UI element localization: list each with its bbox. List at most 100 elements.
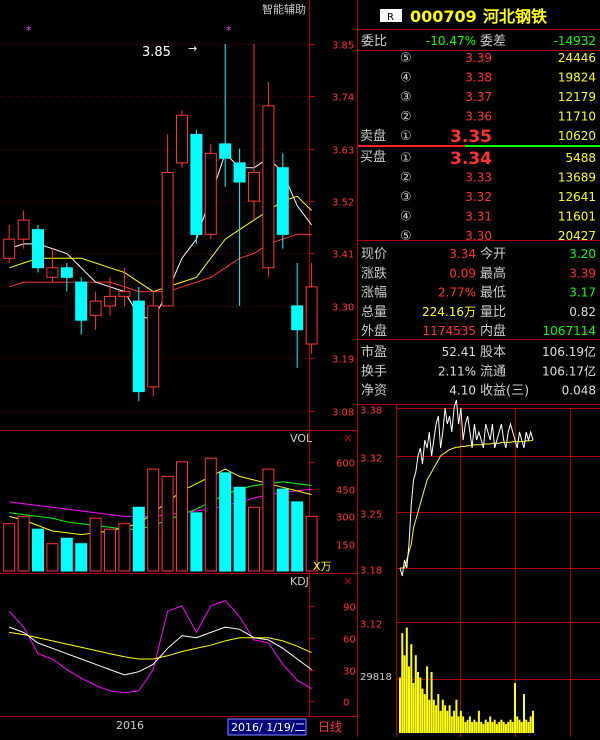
arrow-right-icon: → [188, 42, 197, 55]
svg-text:2.11%: 2.11% [438, 364, 476, 378]
svg-text:11601: 11601 [558, 210, 596, 224]
svg-text:224.16万: 224.16万 [422, 305, 476, 319]
date-label: 2016/ 1/19/二 [231, 721, 306, 734]
volume-bar [219, 472, 232, 572]
intraday-vol-tick: 29818 [360, 672, 392, 683]
svg-text:涨跌: 涨跌 [361, 265, 387, 281]
stock-code: 000709 [410, 7, 477, 26]
high-annotation-text: 3.85 [142, 45, 171, 60]
kdj-tick: 90 [343, 603, 356, 614]
candle[interactable] [204, 143, 217, 240]
candle[interactable] [276, 153, 289, 249]
svg-text:24446: 24446 [558, 51, 596, 65]
candle[interactable] [262, 81, 275, 278]
candle[interactable] [32, 224, 44, 273]
svg-text:19824: 19824 [558, 71, 596, 85]
svg-text:②: ② [400, 171, 412, 186]
vol-tick: 300 [336, 513, 355, 524]
candle[interactable] [132, 286, 145, 402]
volume-bar [89, 517, 102, 572]
vol-tick: 600 [336, 459, 355, 470]
price-tick: 3.63 [332, 146, 354, 157]
svg-text:0.048: 0.048 [562, 384, 596, 398]
svg-text:①: ① [400, 151, 412, 166]
period-label[interactable]: 日线 [318, 720, 342, 734]
volume-bar [3, 523, 16, 572]
volume-bar [233, 486, 246, 572]
volume-bar [147, 468, 160, 572]
r-badge: R [387, 12, 394, 23]
svg-text:0.09: 0.09 [449, 266, 476, 280]
kdj-tick: 0 [343, 698, 349, 709]
svg-text:5488: 5488 [565, 151, 596, 165]
stock-name: 河北钢铁 [483, 7, 547, 26]
svg-text:③: ③ [400, 190, 412, 205]
svg-text:52.41: 52.41 [442, 345, 476, 359]
svg-text:涨幅: 涨幅 [361, 286, 387, 301]
svg-text:流通: 流通 [480, 364, 506, 379]
volume-bar [276, 488, 289, 572]
price-tick: 3.30 [332, 303, 354, 314]
price-tick: 3.41 [332, 250, 354, 261]
sell-label: 卖盘 [360, 128, 386, 144]
svg-text:市盈: 市盈 [361, 344, 387, 360]
svg-text:⑤: ⑤ [400, 51, 412, 66]
volume-bar [262, 468, 275, 572]
svg-text:3.31: 3.31 [465, 210, 492, 224]
close-icon[interactable]: × [343, 574, 353, 588]
svg-text:1174535: 1174535 [423, 324, 476, 338]
volume-bar [132, 506, 145, 572]
vol-tick: 150 [336, 541, 355, 552]
svg-text:外盘: 外盘 [361, 323, 387, 339]
svg-text:④: ④ [400, 71, 412, 86]
weicha-value: -14932 [553, 34, 596, 48]
vol-label: VOL [290, 432, 313, 445]
price-tick: 3.52 [332, 198, 354, 209]
svg-text:12179: 12179 [558, 90, 596, 104]
kdj-label: KDJ [290, 575, 309, 588]
year-label: 2016 [116, 719, 144, 732]
svg-text:3.35: 3.35 [450, 127, 492, 147]
buy-label: 买盘 [360, 149, 386, 165]
svg-text:股本: 股本 [480, 345, 506, 360]
candle[interactable] [190, 129, 203, 244]
volume-bar [75, 543, 88, 572]
intraday-tick: 3.12 [360, 620, 382, 631]
candle[interactable] [147, 291, 160, 397]
svg-text:3.17: 3.17 [569, 286, 596, 300]
main-canvas: 智能辅助 * * 3.85 3.74 3.63 3.52 3.41 3.30 3.19 3.0… [0, 0, 600, 737]
svg-text:③: ③ [400, 90, 412, 105]
svg-text:4.10: 4.10 [449, 384, 476, 398]
svg-text:现价: 现价 [361, 247, 387, 262]
volume-bar [32, 528, 44, 572]
kdj-tick: 60 [343, 635, 356, 646]
price-tick: 3.08 [332, 408, 354, 419]
intraday-tick: 3.32 [360, 454, 382, 465]
svg-text:净资: 净资 [361, 384, 387, 399]
svg-text:12641: 12641 [558, 190, 596, 204]
candle[interactable] [176, 110, 188, 168]
price-tick: 3.74 [332, 93, 354, 104]
close-icon[interactable]: × [343, 431, 353, 445]
svg-text:3.32: 3.32 [465, 190, 492, 204]
svg-text:最高: 最高 [480, 265, 506, 281]
intraday-tick: 3.38 [360, 406, 382, 417]
svg-text:3.39: 3.39 [465, 51, 492, 65]
svg-text:106.17亿: 106.17亿 [542, 363, 596, 378]
svg-text:收益(三): 收益(三) [480, 384, 529, 399]
svg-text:3.36: 3.36 [465, 110, 492, 124]
intraday-tick: 3.25 [360, 510, 382, 521]
intraday-tick: 3.18 [360, 566, 382, 577]
svg-text:3.38: 3.38 [465, 71, 492, 85]
weibi-label: 委比 [361, 34, 387, 49]
price-tick: 3.85 [332, 41, 354, 52]
svg-text:11710: 11710 [558, 110, 596, 124]
svg-text:④: ④ [400, 210, 412, 225]
svg-text:今开: 今开 [480, 246, 506, 262]
assist-label[interactable]: 智能辅助 [262, 2, 306, 16]
svg-text:换手: 换手 [361, 364, 387, 379]
svg-text:0.82: 0.82 [569, 305, 596, 319]
svg-text:②: ② [400, 110, 412, 125]
volume-bar [17, 515, 30, 572]
svg-text:3.34: 3.34 [449, 247, 476, 261]
